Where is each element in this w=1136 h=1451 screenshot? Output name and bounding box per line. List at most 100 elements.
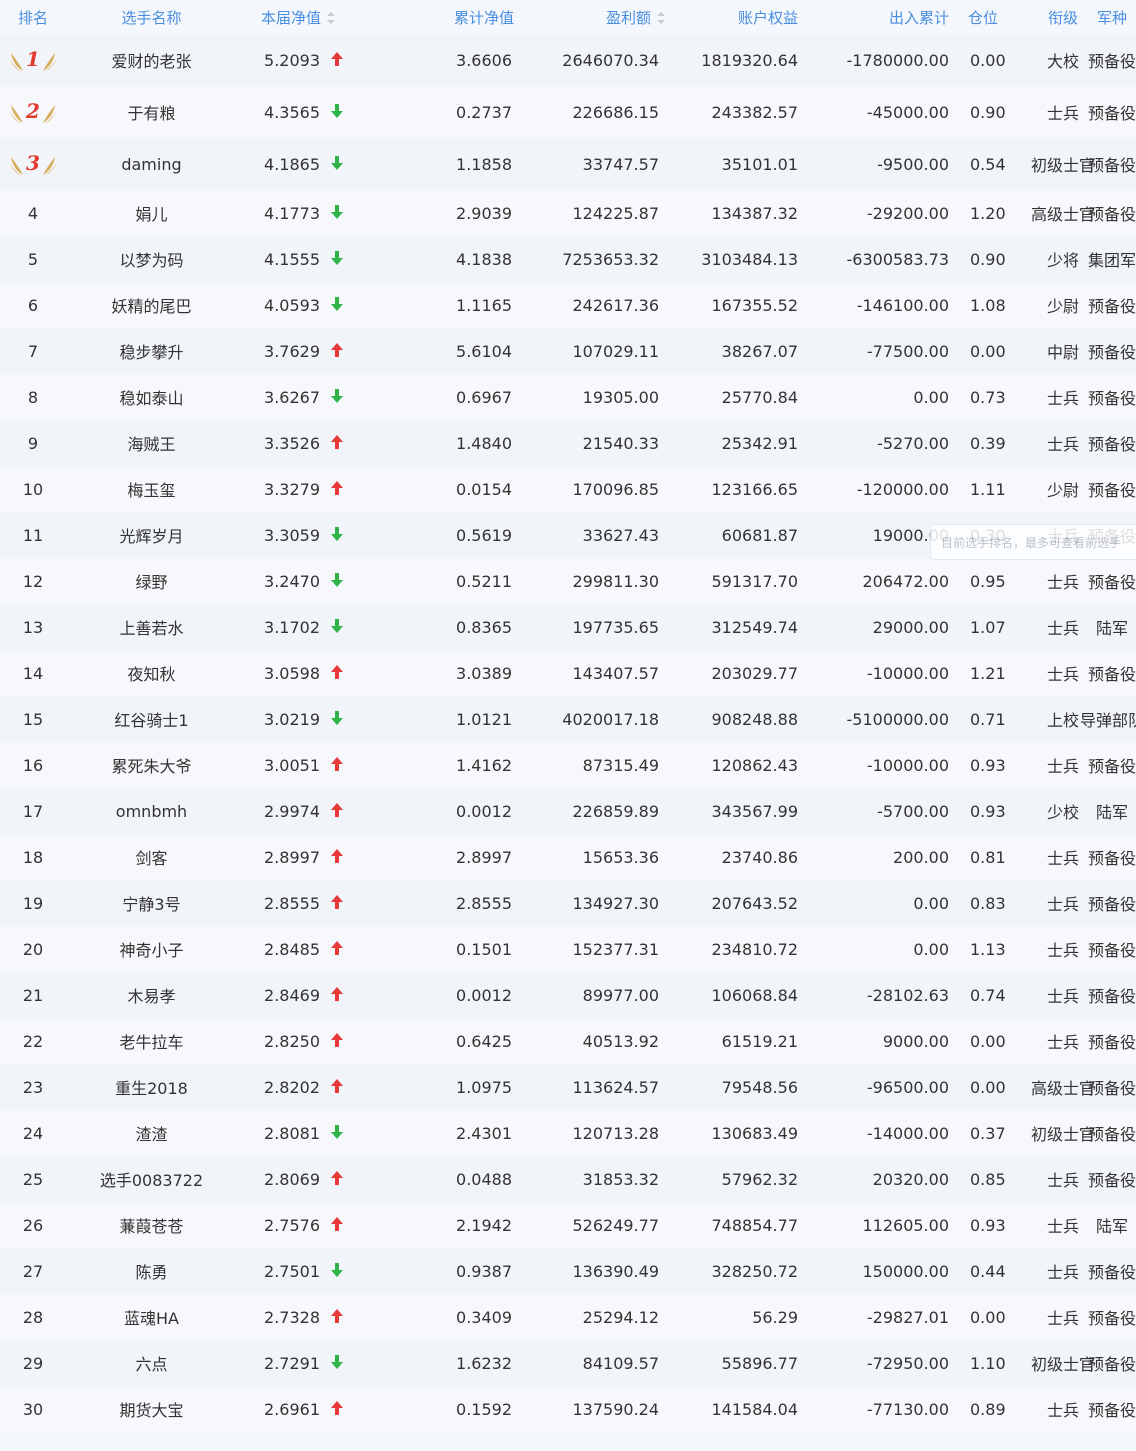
- player-name[interactable]: 陈勇: [66, 1248, 237, 1294]
- table-row[interactable]: 15 红谷骑士1 3.0219 1.0121 4020017.18 908248.88 -5…: [0, 696, 1136, 742]
- player-name[interactable]: 以梦为码: [66, 236, 237, 282]
- nav-cell: 3.7629: [237, 328, 427, 374]
- nav-cell: 4.1773: [237, 190, 427, 236]
- table-row[interactable]: 10 梅玉玺 3.3279 0.0154 170096.85 123166.65 -1200…: [0, 466, 1136, 512]
- player-name[interactable]: 蒹葭苍苍: [66, 1202, 237, 1248]
- player-name[interactable]: 绿野: [66, 558, 237, 604]
- table-row[interactable]: 17 omnbmh 2.9974 0.0012 226859.89 343567.99 -5…: [0, 788, 1136, 834]
- table-row[interactable]: 24 渣渣 2.8081 2.4301 120713.28 130683.49 -14000…: [0, 1110, 1136, 1156]
- table-row[interactable]: 23 重生2018 2.8202 1.0975 113624.57 79548.56 -96…: [0, 1064, 1136, 1110]
- table-row[interactable]: 25 选手0083722 2.8069 0.0488 31853.32 57962.32 2…: [0, 1156, 1136, 1202]
- table-row[interactable]: 12 绿野 3.2470 0.5211 299811.30 591317.70 206472…: [0, 558, 1136, 604]
- cum-nav-value: 0.1592: [427, 1386, 522, 1432]
- arm-value: 预备役: [1087, 987, 1136, 1006]
- player-name[interactable]: 神奇小子: [66, 926, 237, 972]
- table-row[interactable]: 29 六点 2.7291 1.6232 84109.57 55896.77 -72950.0…: [0, 1340, 1136, 1386]
- table-row[interactable]: 13 上善若水 3.1702 0.8365 197735.65 312549.74 2900…: [0, 604, 1136, 650]
- table-row[interactable]: 26 蒹葭苍苍 2.7576 2.1942 526249.77 748854.77 1126…: [0, 1202, 1136, 1248]
- player-name[interactable]: 选手0083722: [66, 1156, 237, 1202]
- nav-cell: 2.8997: [237, 834, 427, 880]
- arrow-up-icon: [331, 664, 343, 679]
- table-row[interactable]: 19 宁静3号 2.8555 2.8555 134927.30 207643.52 0.00…: [0, 880, 1136, 926]
- player-name[interactable]: daming: [66, 138, 237, 190]
- arm-cell: 预备役: [1088, 650, 1136, 696]
- player-name[interactable]: 妖精的尾巴: [66, 282, 237, 328]
- leaderboard-table: 排名 选手名称 本届净值 累计净值 盈利额 账户权益 出入累计 仓位 衔级 军种…: [0, 0, 1136, 1432]
- equity-value: 141584.04: [667, 1386, 806, 1432]
- table-row[interactable]: 27 陈勇 2.7501 0.9387 136390.49 328250.72 150000…: [0, 1248, 1136, 1294]
- player-name[interactable]: 重生2018: [66, 1064, 237, 1110]
- table-row[interactable]: 20 神奇小子 2.8485 0.1501 152377.31 234810.72 0.00…: [0, 926, 1136, 972]
- profit-value: 33627.43: [522, 512, 667, 558]
- equity-value: 591317.70: [667, 558, 806, 604]
- player-name[interactable]: 夜知秋: [66, 650, 237, 696]
- player-name[interactable]: 木易孝: [66, 972, 237, 1018]
- table-row[interactable]: 5 以梦为码 4.1555 4.1838 7253653.32 3103484.13 -63…: [0, 236, 1136, 282]
- profit-value: 197735.65: [522, 604, 667, 650]
- profit-value: 152377.31: [522, 926, 667, 972]
- player-name[interactable]: 宁静3号: [66, 880, 237, 926]
- table-row[interactable]: 9 海贼王 3.3526 1.4840 21540.33 25342.91 -5270.00…: [0, 420, 1136, 466]
- player-name[interactable]: 娟儿: [66, 190, 237, 236]
- position-value: 0.93: [955, 1202, 1015, 1248]
- arrow-up-icon: [331, 1308, 343, 1323]
- table-row[interactable]: 14 夜知秋 3.0598 3.0389 143407.57 203029.77 -1000…: [0, 650, 1136, 696]
- profit-value: 19305.00: [522, 374, 667, 420]
- nav-cell: 5.2093: [237, 34, 427, 86]
- nav-value: 4.3565: [264, 102, 320, 122]
- table-row[interactable]: 1 爱财的老张 5.2093 3.6606 2646070.34 1819320.64 -1…: [0, 34, 1136, 86]
- player-name[interactable]: omnbmh: [66, 788, 237, 834]
- profit-value: 170096.85: [522, 466, 667, 512]
- player-name[interactable]: 梅玉玺: [66, 466, 237, 512]
- rank-number: 3: [26, 151, 40, 175]
- arm-value: 预备役: [1087, 1263, 1136, 1282]
- position-value: 1.20: [955, 190, 1015, 236]
- player-name[interactable]: 海贼王: [66, 420, 237, 466]
- arrow-down-icon: [331, 572, 343, 587]
- table-row[interactable]: 28 蓝魂HA 2.7328 0.3409 25294.12 56.29 -29827.01…: [0, 1294, 1136, 1340]
- player-name[interactable]: 剑客: [66, 834, 237, 880]
- player-name[interactable]: 蓝魂HA: [66, 1294, 237, 1340]
- player-name[interactable]: 于有粮: [66, 86, 237, 138]
- player-name[interactable]: 红谷骑士1: [66, 696, 237, 742]
- table-row[interactable]: 16 累死朱大爷 3.0051 1.4162 87315.49 120862.43 -100…: [0, 742, 1136, 788]
- player-name[interactable]: 稳如泰山: [66, 374, 237, 420]
- profit-value: 526249.77: [522, 1202, 667, 1248]
- arrow-down-icon: [331, 1262, 343, 1277]
- table-row[interactable]: 30 期货大宝 2.6961 0.1592 137590.24 141584.04 -771…: [0, 1386, 1136, 1432]
- player-name[interactable]: 稳步攀升: [66, 328, 237, 374]
- profit-value: 31853.32: [522, 1156, 667, 1202]
- nav-value: 3.0219: [264, 709, 320, 729]
- sort-icon[interactable]: [327, 12, 336, 24]
- player-name[interactable]: 老牛拉车: [66, 1018, 237, 1064]
- player-name[interactable]: 渣渣: [66, 1110, 237, 1156]
- player-name[interactable]: 光辉岁月: [66, 512, 237, 558]
- flow-value: -77130.00: [806, 1386, 955, 1432]
- sort-icon[interactable]: [657, 12, 665, 24]
- nav-cell: 3.0598: [237, 650, 427, 696]
- table-row[interactable]: 8 稳如泰山 3.6267 0.6967 19305.00 25770.84 0.00 0.7…: [0, 374, 1136, 420]
- table-row[interactable]: 22 老牛拉车 2.8250 0.6425 40513.92 61519.21 9000.0…: [0, 1018, 1136, 1064]
- equity-value: 57962.32: [667, 1156, 806, 1202]
- player-name[interactable]: 累死朱大爷: [66, 742, 237, 788]
- player-name[interactable]: 期货大宝: [66, 1386, 237, 1432]
- table-row[interactable]: 2 于有粮 4.3565 0.2737 226686.15 243382.57 -45000…: [0, 86, 1136, 138]
- table-row[interactable]: 4 娟儿 4.1773 2.9039 124225.87 134387.32 -29200.…: [0, 190, 1136, 236]
- header-profit[interactable]: 盈利额: [522, 0, 667, 34]
- table-row[interactable]: 18 剑客 2.8997 2.8997 15653.36 23740.86 200.00 0.…: [0, 834, 1136, 880]
- table-row[interactable]: 7 稳步攀升 3.7629 5.6104 107029.11 38267.07 -77500…: [0, 328, 1136, 374]
- player-name[interactable]: 六点: [66, 1340, 237, 1386]
- laurel-medal-icon: 2: [9, 99, 57, 124]
- equity-value: 56.29: [667, 1294, 806, 1340]
- arrow-down-icon: [331, 618, 343, 633]
- arrow-down-icon: [331, 103, 343, 118]
- table-row[interactable]: 21 木易孝 2.8469 0.0012 89977.00 106068.84 -28102…: [0, 972, 1136, 1018]
- player-name[interactable]: 爱财的老张: [66, 34, 237, 86]
- flow-value: -96500.00: [806, 1064, 955, 1110]
- table-row[interactable]: 6 妖精的尾巴 4.0593 1.1165 242617.36 167355.52 -146…: [0, 282, 1136, 328]
- position-value: 0.44: [955, 1248, 1015, 1294]
- player-name[interactable]: 上善若水: [66, 604, 237, 650]
- table-row[interactable]: 3 daming 4.1865 1.1858 33747.57 35101.01 -9500…: [0, 138, 1136, 190]
- header-nav[interactable]: 本届净值: [237, 0, 427, 34]
- arm-cell: 预备役: [1088, 374, 1136, 420]
